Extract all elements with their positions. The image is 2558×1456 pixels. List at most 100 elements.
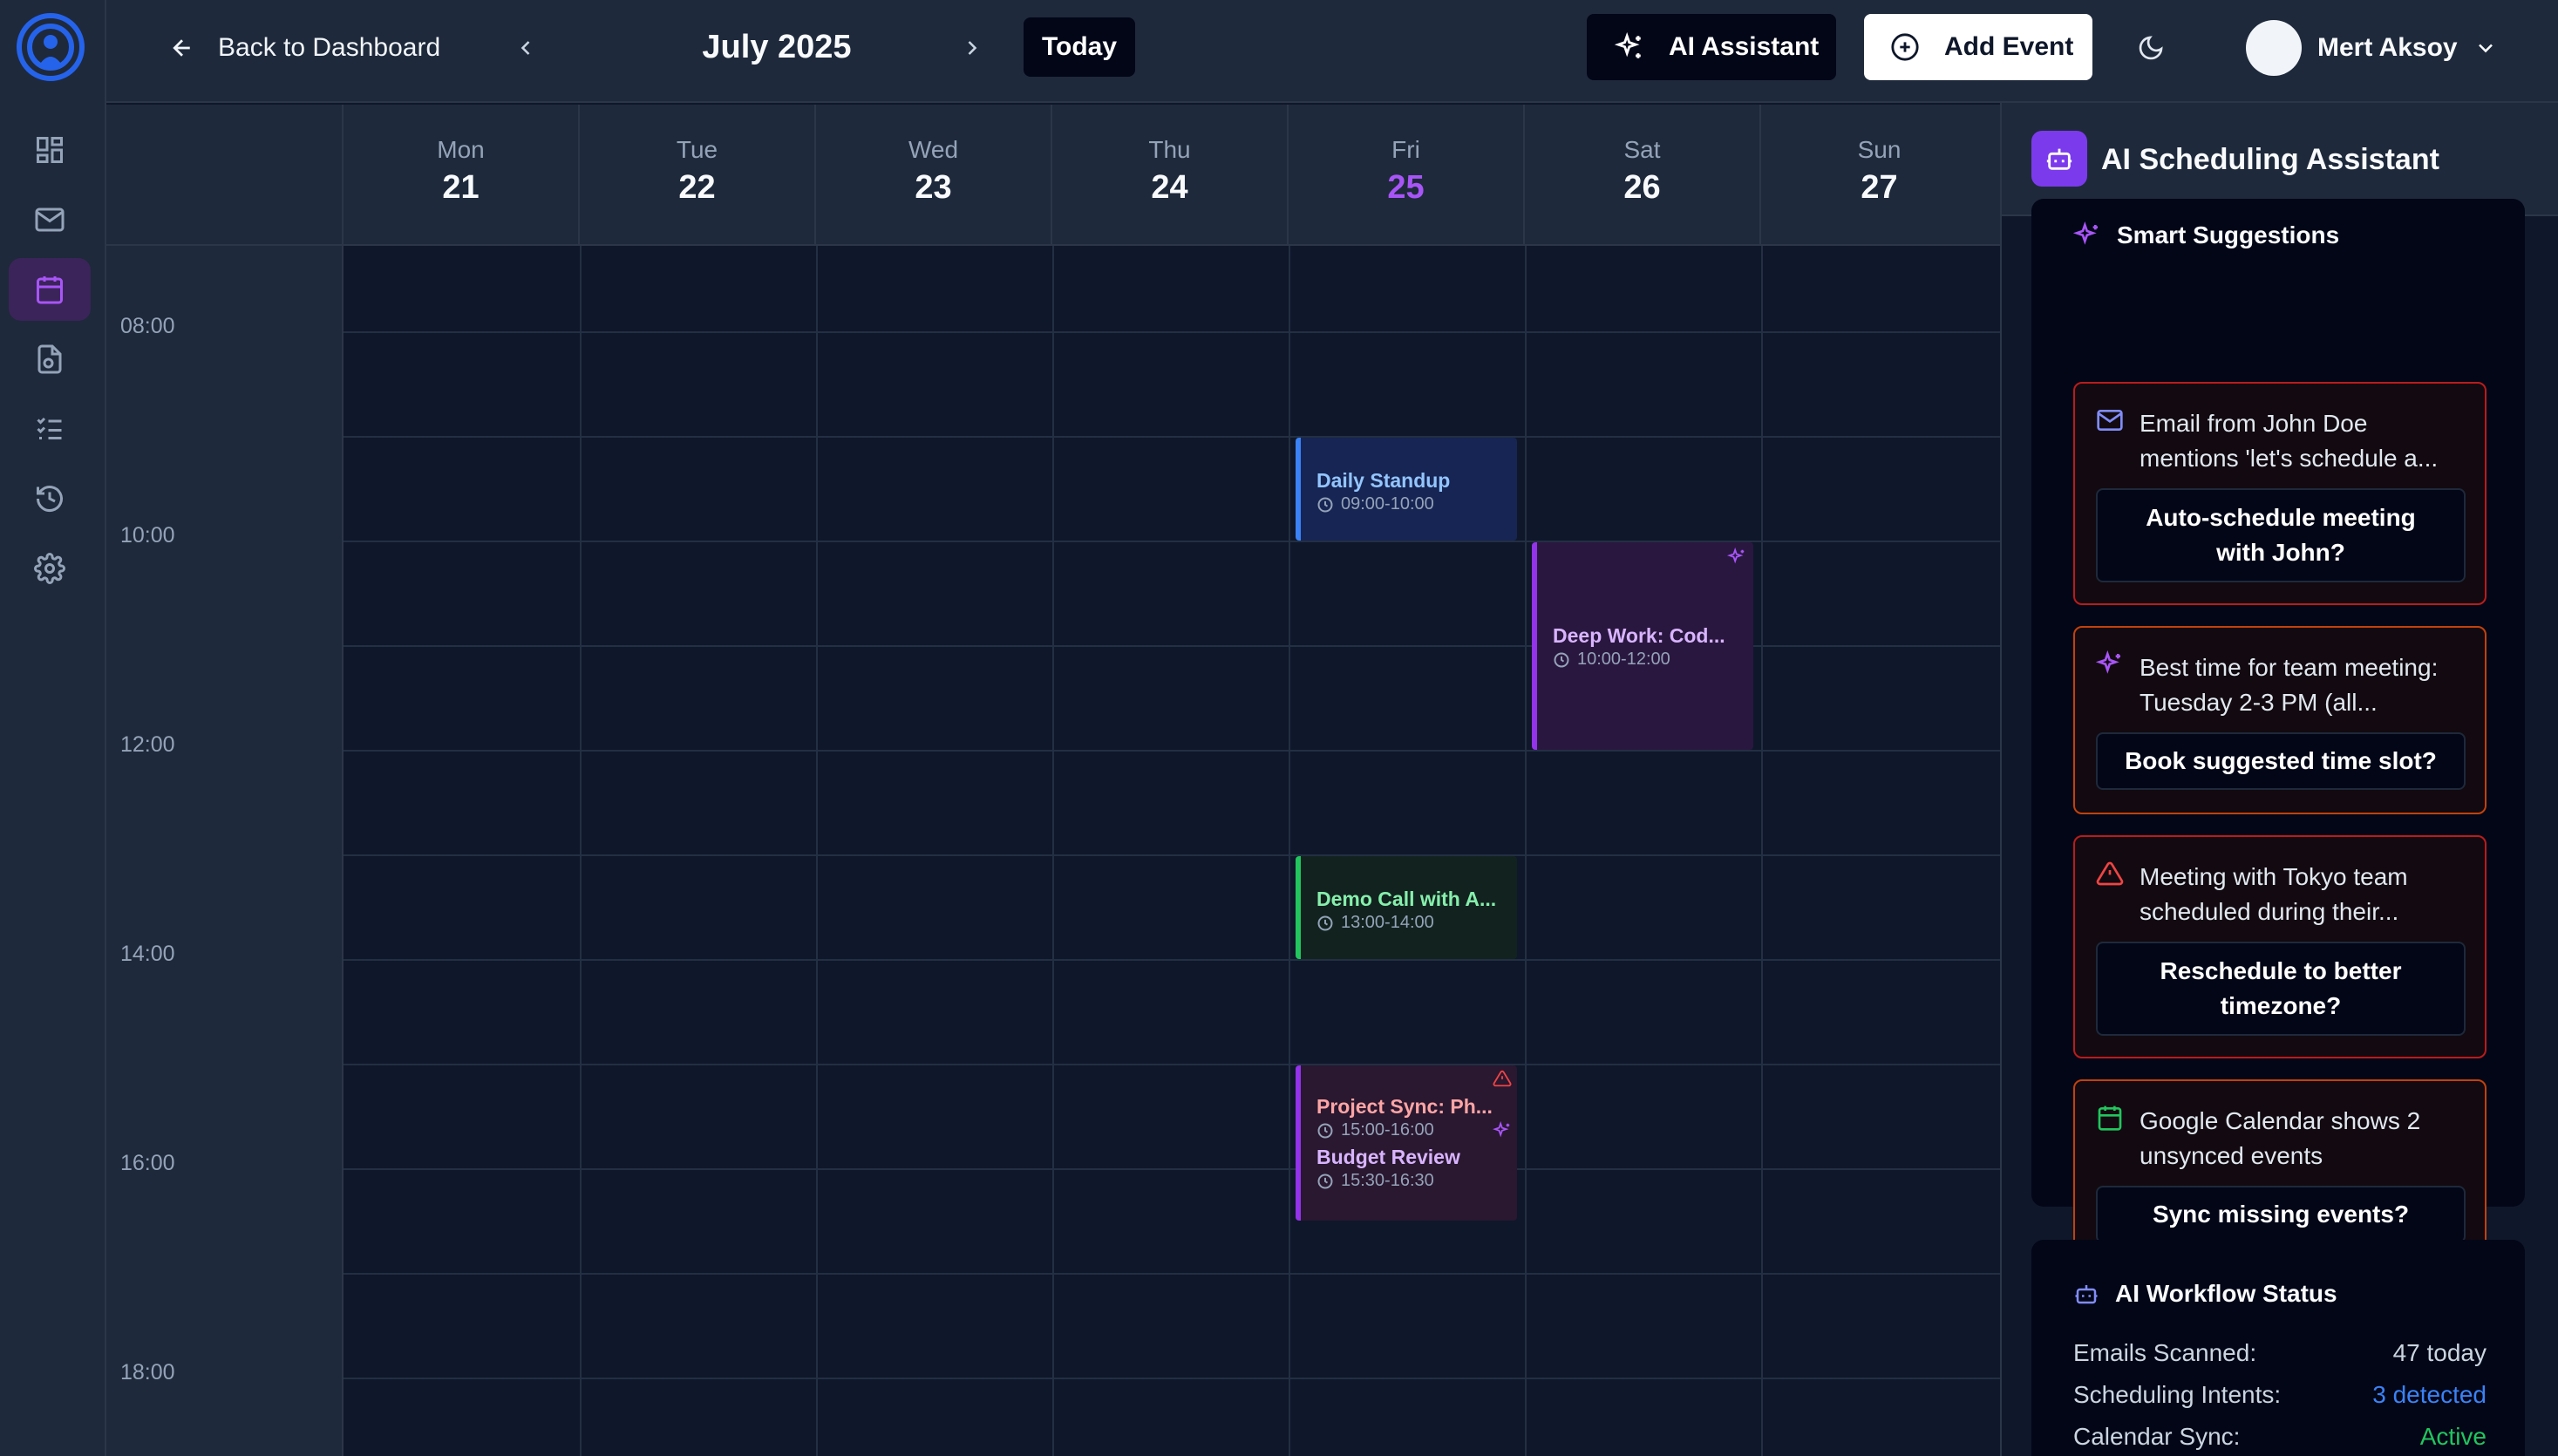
- time-label: 18:00: [120, 1360, 175, 1385]
- bot-icon: [2031, 131, 2087, 187]
- day-divider: [580, 246, 582, 1456]
- event-deep-work[interactable]: Deep Work: Cod... 10:00-12:00: [1532, 542, 1753, 750]
- time-axis: 08:00 10:00 12:00 14:00 16:00 18:00: [106, 246, 344, 1456]
- day-divider: [1525, 246, 1527, 1456]
- hour-line: [344, 854, 2000, 856]
- smart-suggestions-card: Smart Suggestions Email from John Doe me…: [2031, 199, 2525, 1268]
- time-label: 12:00: [120, 732, 175, 757]
- day-column-header-today[interactable]: Fri 25: [1289, 105, 1525, 246]
- sidebar-item-tasks[interactable]: [9, 398, 91, 460]
- auto-schedule-button[interactable]: Auto-schedule meeting with John?: [2096, 488, 2466, 582]
- next-week-button[interactable]: [950, 26, 994, 70]
- sparkle-icon: [2096, 650, 2124, 678]
- today-button[interactable]: Today: [1024, 17, 1135, 77]
- mail-icon: [34, 204, 65, 235]
- event-title: Demo Call with A...: [1316, 888, 1497, 910]
- event-time: 15:00-16:00: [1316, 1120, 1517, 1140]
- day-name: Tue: [676, 136, 718, 163]
- hour-line: [344, 750, 2000, 752]
- stat-row-sync: Calendar Sync: Active: [2073, 1423, 2487, 1451]
- chevron-right-icon: [960, 36, 984, 60]
- mail-icon: [2096, 406, 2124, 434]
- sidebar-item-settings[interactable]: [9, 537, 91, 600]
- workflow-status-heading: AI Workflow Status: [2073, 1280, 2337, 1308]
- sidebar-item-calendar[interactable]: [9, 258, 91, 321]
- ai-assistant-label: AI Assistant: [1669, 32, 1820, 61]
- warning-icon: [2096, 860, 2124, 888]
- app-logo-icon[interactable]: [16, 12, 85, 82]
- history-icon: [34, 483, 65, 514]
- ai-assistant-button[interactable]: AI Assistant: [1587, 14, 1836, 80]
- clock-icon: [1316, 915, 1334, 932]
- week-calendar: Mon 21 Tue 22 Wed 23 Thu 24 Fri 25 Sat 2…: [106, 105, 2000, 1456]
- book-time-slot-button[interactable]: Book suggested time slot?: [2096, 732, 2466, 790]
- stat-value: Active: [2419, 1423, 2487, 1450]
- reschedule-button[interactable]: Reschedule to better timezone?: [2096, 942, 2466, 1036]
- stat-row-emails: Emails Scanned: 47 today: [2073, 1339, 2487, 1367]
- chevron-down-icon: [2473, 36, 2498, 60]
- event-title: Budget Review: [1316, 1146, 1460, 1168]
- day-divider: [1761, 246, 1763, 1456]
- day-number: 22: [678, 169, 716, 206]
- month-title: July 2025: [702, 28, 852, 65]
- time-label: 16:00: [120, 1151, 175, 1175]
- workflow-status-card: AI Workflow Status Emails Scanned: 47 to…: [2031, 1240, 2525, 1456]
- theme-toggle-button[interactable]: [2127, 24, 2174, 71]
- sparkle-icon: [1727, 548, 1746, 567]
- hour-line: [344, 1378, 2000, 1379]
- event-time: 09:00-10:00: [1316, 494, 1517, 514]
- grid-icon: [34, 134, 65, 166]
- workflow-status-title: AI Workflow Status: [2115, 1280, 2337, 1307]
- add-event-label: Add Event: [1944, 32, 2074, 61]
- assistant-title: AI Scheduling Assistant: [2101, 143, 2439, 176]
- bot-icon: [2073, 1281, 2099, 1307]
- suggestion-text: Email from John Doe mentions 'let's sche…: [2140, 410, 2439, 472]
- gear-icon: [34, 553, 65, 584]
- day-column-header[interactable]: Tue 22: [580, 105, 816, 246]
- day-number: 25: [1387, 169, 1425, 206]
- prev-week-button[interactable]: [504, 26, 548, 70]
- calendar-icon: [2096, 1104, 2124, 1132]
- day-column-header[interactable]: Sun 27: [1761, 105, 1997, 246]
- event-group-overlap: Project Sync: Ph... 15:00-16:00 Budget R…: [1296, 1065, 1517, 1221]
- user-name: Mert Aksoy: [2317, 33, 2458, 62]
- calendar-grid[interactable]: Daily Standup 09:00-10:00 Deep Work: Cod…: [344, 246, 2000, 1456]
- suggestion-card: Meeting with Tokyo team scheduled during…: [2073, 835, 2487, 1058]
- day-name: Sun: [1857, 136, 1901, 163]
- arrow-left-icon: [169, 35, 195, 61]
- sidebar-item-dashboard[interactable]: [9, 119, 91, 181]
- top-header: Back to Dashboard July 2025 Today AI Ass…: [106, 0, 2558, 103]
- sidebar-item-mail[interactable]: [9, 188, 91, 251]
- user-menu-button[interactable]: Mert Aksoy: [2246, 19, 2498, 77]
- event-time: 15:30-16:30: [1316, 1171, 1517, 1191]
- day-column-header[interactable]: Sat 26: [1525, 105, 1761, 246]
- sparkle-icon: [1615, 32, 1644, 62]
- sidebar-item-documents[interactable]: [9, 328, 91, 391]
- hour-line: [344, 959, 2000, 961]
- sync-events-button[interactable]: Sync missing events?: [2096, 1186, 2466, 1243]
- clock-icon: [1316, 1173, 1334, 1190]
- day-column-header[interactable]: Thu 24: [1052, 105, 1289, 246]
- day-column-header[interactable]: Mon 21: [344, 105, 580, 246]
- event-project-sync[interactable]: Project Sync: Ph... 15:00-16:00: [1316, 1095, 1517, 1140]
- event-time-text: 15:00-16:00: [1341, 1120, 1434, 1140]
- event-daily-standup[interactable]: Daily Standup 09:00-10:00: [1296, 438, 1517, 541]
- avatar: [2246, 20, 2302, 76]
- warning-icon: [1493, 1069, 1512, 1088]
- sidebar-item-history[interactable]: [9, 467, 91, 530]
- event-budget-review[interactable]: Budget Review 15:30-16:30: [1316, 1146, 1517, 1191]
- event-demo-call[interactable]: Demo Call with A... 13:00-14:00: [1296, 856, 1517, 959]
- back-to-dashboard-button[interactable]: Back to Dashboard: [169, 24, 440, 71]
- stat-label: Emails Scanned:: [2073, 1339, 2257, 1366]
- day-number: 26: [1623, 169, 1661, 206]
- add-event-button[interactable]: Add Event: [1864, 14, 2092, 80]
- document-icon: [34, 344, 65, 375]
- clock-icon: [1316, 1122, 1334, 1140]
- stat-label: Scheduling Intents:: [2073, 1381, 2282, 1408]
- day-number: 24: [1151, 169, 1188, 206]
- app-sidebar: [0, 0, 106, 1456]
- moon-icon: [2137, 34, 2165, 62]
- stat-value: 47 today: [2392, 1339, 2487, 1366]
- sparkle-icon: [2073, 221, 2101, 249]
- day-column-header[interactable]: Wed 23: [816, 105, 1052, 246]
